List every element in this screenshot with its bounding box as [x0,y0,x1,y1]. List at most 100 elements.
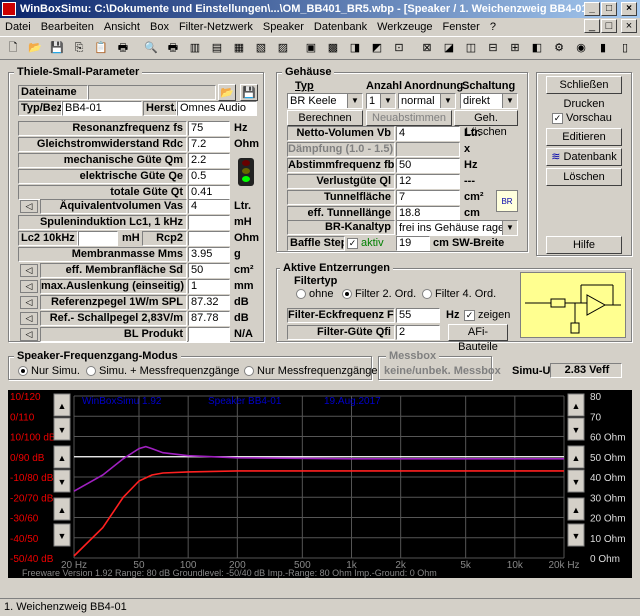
kanaltyp-select[interactable]: frei ins Gehäuse ragend [396,220,518,236]
gh-row-value[interactable]: 18.8 [396,206,460,221]
ts-row-value[interactable]: 7.2 [188,137,230,152]
menu-7[interactable]: Werkzeuge [372,21,437,33]
new-icon[interactable]: 🗋 [4,39,22,57]
anordnung-select[interactable]: normal [398,93,456,109]
typ-select[interactable]: BR Keele teilak [287,93,363,109]
datenbank-button[interactable]: ≋ Datenbank [546,148,622,166]
ts-row-value[interactable] [188,327,230,342]
paste-icon[interactable]: 📋 [92,39,110,57]
anzahl-select[interactable]: 1 [366,93,396,109]
geh-loeschen-button[interactable]: Geh. Löschen [454,110,518,138]
gh-row-value[interactable]: 7 [396,190,460,205]
print2-icon[interactable]: 🖶 [164,39,182,57]
ts-row-value[interactable]: 87.32 [188,295,230,310]
speaker-icon[interactable]: ◁ [20,328,38,341]
typ-field[interactable]: BB4-01 [62,101,142,116]
schaltung-select[interactable]: direkt [460,93,518,109]
ts-row-value[interactable]: 75 [188,121,230,136]
simu-mess-radio[interactable]: Simu. + Messfrequenzgänge [86,365,239,377]
nur-simu-radio[interactable]: Nur Simu. [18,365,80,377]
ts-row-value[interactable]: 3.95 [188,247,230,262]
loeschen-button[interactable]: Löschen [546,168,622,186]
rcp2-field[interactable] [188,231,230,246]
tool2-icon[interactable]: ⊠ [418,39,436,57]
ts-row-value[interactable]: 4 [188,199,230,214]
help3-icon[interactable]: ▮ [594,39,612,57]
afi-button[interactable]: AFi-Bauteile [448,324,508,353]
layout2-icon[interactable]: ▤ [208,39,226,57]
menu-4[interactable]: Filter-Netzwerk [174,21,258,33]
menu-6[interactable]: Datenbank [309,21,372,33]
ts-row-value[interactable]: 87.78 [188,311,230,326]
mdi-minimize[interactable]: _ [584,19,600,33]
eck-field[interactable]: 55 [396,308,440,323]
guete-field[interactable]: 2 [396,325,440,340]
dateiname-field[interactable] [88,85,216,100]
save-icon[interactable]: 💾 [48,39,66,57]
editieren-button[interactable]: Editieren [546,128,622,146]
layout4-icon[interactable]: ▧ [252,39,270,57]
nur-mess-radio[interactable]: Nur Messfrequenzgänge [244,365,377,377]
speaker-icon[interactable]: ◁ [20,312,38,325]
herst-field[interactable]: Omnes Audio [177,101,257,116]
neuabstimmen-button[interactable]: Neuabstimmen [366,110,452,126]
tool7-icon[interactable]: ◧ [528,39,546,57]
open-icon[interactable]: 📂 [26,39,44,57]
chart1-icon[interactable]: ▣ [302,39,320,57]
menu-0[interactable]: Datei [0,21,36,33]
help1-icon[interactable]: ⚙ [550,39,568,57]
print-icon[interactable]: 🖶 [114,39,132,57]
lc2-field[interactable] [78,231,118,246]
menu-8[interactable]: Fenster [438,21,485,33]
schliessen-button[interactable]: Schließen [546,76,622,94]
chart2-icon[interactable]: ▩ [324,39,342,57]
tool6-icon[interactable]: ⊞ [506,39,524,57]
baffle-field[interactable]: 19 [396,236,430,251]
ts-row-value[interactable] [188,215,230,230]
menu-2[interactable]: Ansicht [99,21,145,33]
ts-row-value[interactable]: 50 [188,263,230,278]
berechnen-button[interactable]: Berechnen [287,110,363,126]
tool1-icon[interactable]: ⊡ [390,39,408,57]
menu-3[interactable]: Box [145,21,174,33]
minimize-button[interactable]: _ [584,2,600,16]
ts-row-value[interactable]: 1 [188,279,230,294]
gh-row-value[interactable] [396,142,460,157]
speaker-icon[interactable]: ◁ [20,280,38,293]
zeigen-checkbox[interactable]: ✓ zeigen [464,309,510,321]
gh-row-value[interactable]: 50 [396,158,460,173]
tool3-icon[interactable]: ◪ [440,39,458,57]
chart3-icon[interactable]: ◨ [346,39,364,57]
aktiv-checkbox[interactable]: ✓ aktiv [347,237,384,249]
layout3-icon[interactable]: ▦ [230,39,248,57]
ts-row-value[interactable]: 0.41 [188,185,230,200]
hilfe-button[interactable]: Hilfe [546,236,622,254]
vorschau-checkbox[interactable]: ✓ Vorschau [552,112,612,124]
filter-2-radio[interactable]: Filter 2. Ord. [342,288,416,300]
menu-5[interactable]: Speaker [258,21,309,33]
gh-row-value[interactable]: 12 [396,174,460,189]
copy-icon[interactable]: ⎘ [70,39,88,57]
filter-4-radio[interactable]: Filter 4. Ord. [422,288,496,300]
layout5-icon[interactable]: ▨ [274,39,292,57]
maximize-button[interactable]: □ [601,2,617,16]
speaker-icon[interactable]: ◁ [20,200,38,213]
open-folder-icon[interactable]: 📂 [218,84,236,101]
help2-icon[interactable]: ◉ [572,39,590,57]
mdi-close[interactable]: × [621,19,637,33]
tool4-icon[interactable]: ◫ [462,39,480,57]
help4-icon[interactable]: ▯ [616,39,634,57]
close-icon[interactable]: × [621,2,637,16]
layout1-icon[interactable]: ▥ [186,39,204,57]
ts-row-value[interactable]: 0.5 [188,169,230,184]
drucken-button[interactable]: Drucken [546,96,622,112]
preview-icon[interactable]: 🔍 [142,39,160,57]
save-disk-icon[interactable]: 💾 [240,84,258,101]
chart4-icon[interactable]: ◩ [368,39,386,57]
speaker-icon[interactable]: ◁ [20,264,38,277]
gh-row-value[interactable]: 4 [396,126,460,141]
tool5-icon[interactable]: ⊟ [484,39,502,57]
filter-ohne-radio[interactable]: ohne [296,288,333,300]
mdi-restore[interactable]: □ [601,19,617,33]
menu-1[interactable]: Bearbeiten [36,21,99,33]
